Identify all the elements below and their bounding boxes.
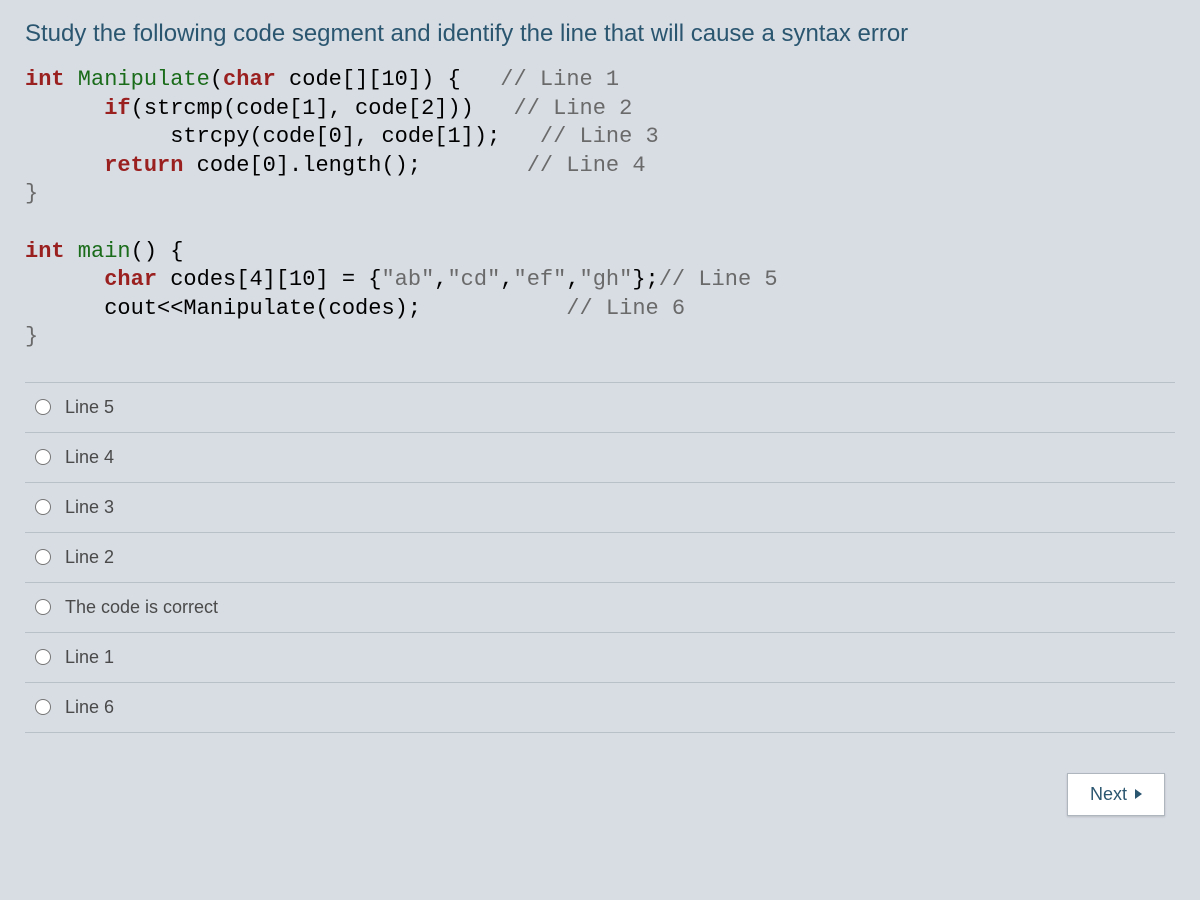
- keyword: char: [104, 267, 157, 292]
- next-button-label: Next: [1090, 784, 1127, 805]
- option-row[interactable]: The code is correct: [25, 583, 1175, 633]
- option-row[interactable]: Line 6: [25, 683, 1175, 733]
- option-radio[interactable]: [35, 499, 51, 515]
- option-row[interactable]: Line 2: [25, 533, 1175, 583]
- option-label[interactable]: Line 3: [65, 497, 114, 518]
- code-text: };: [632, 267, 658, 292]
- keyword: return: [104, 153, 183, 178]
- string-literal: "ef": [514, 267, 567, 292]
- code-text: strcpy(code[0], code[1]);: [170, 124, 500, 149]
- comment: // Line 6: [421, 296, 685, 321]
- brace: }: [25, 181, 38, 206]
- code-text: () {: [131, 239, 184, 264]
- string-literal: "gh": [580, 267, 633, 292]
- keyword: if: [104, 96, 130, 121]
- option-radio[interactable]: [35, 649, 51, 665]
- options-list: Line 5 Line 4 Line 3 Line 2 The code is …: [25, 382, 1175, 733]
- option-radio[interactable]: [35, 449, 51, 465]
- option-radio[interactable]: [35, 399, 51, 415]
- string-literal: "ab": [381, 267, 434, 292]
- code-text: cout<<Manipulate(codes);: [104, 296, 421, 321]
- option-row[interactable]: Line 3: [25, 483, 1175, 533]
- code-text: ,: [434, 267, 447, 292]
- comment: // Line 4: [421, 153, 645, 178]
- chevron-right-icon: [1135, 789, 1142, 799]
- option-row[interactable]: Line 4: [25, 433, 1175, 483]
- option-label[interactable]: The code is correct: [65, 597, 218, 618]
- code-text: (: [210, 67, 223, 92]
- option-row[interactable]: Line 1: [25, 633, 1175, 683]
- string-literal: "cd": [447, 267, 500, 292]
- brace: }: [25, 324, 38, 349]
- footer: Next: [25, 773, 1175, 816]
- keyword: char: [223, 67, 276, 92]
- code-text: (strcmp(code[1], code[2])): [131, 96, 474, 121]
- option-label[interactable]: Line 2: [65, 547, 114, 568]
- comment: // Line 3: [500, 124, 658, 149]
- option-row[interactable]: Line 5: [25, 383, 1175, 433]
- function-name: main: [65, 239, 131, 264]
- option-label[interactable]: Line 4: [65, 447, 114, 468]
- option-radio[interactable]: [35, 599, 51, 615]
- code-text: code[0].length();: [183, 153, 421, 178]
- code-text: ,: [566, 267, 579, 292]
- code-text: code[][10]) {: [276, 67, 461, 92]
- comment: // Line 1: [461, 67, 619, 92]
- option-label[interactable]: Line 5: [65, 397, 114, 418]
- option-radio[interactable]: [35, 549, 51, 565]
- keyword: int: [25, 239, 65, 264]
- code-text: ,: [500, 267, 513, 292]
- option-label[interactable]: Line 1: [65, 647, 114, 668]
- function-name: Manipulate: [65, 67, 210, 92]
- next-button[interactable]: Next: [1067, 773, 1165, 816]
- comment: // Line 5: [659, 267, 778, 292]
- code-block: int Manipulate(char code[][10]) { // Lin…: [25, 66, 1175, 352]
- option-label[interactable]: Line 6: [65, 697, 114, 718]
- keyword: int: [25, 67, 65, 92]
- question-title: Study the following code segment and ide…: [25, 20, 1175, 48]
- comment: // Line 2: [474, 96, 632, 121]
- option-radio[interactable]: [35, 699, 51, 715]
- code-text: codes[4][10] = {: [157, 267, 381, 292]
